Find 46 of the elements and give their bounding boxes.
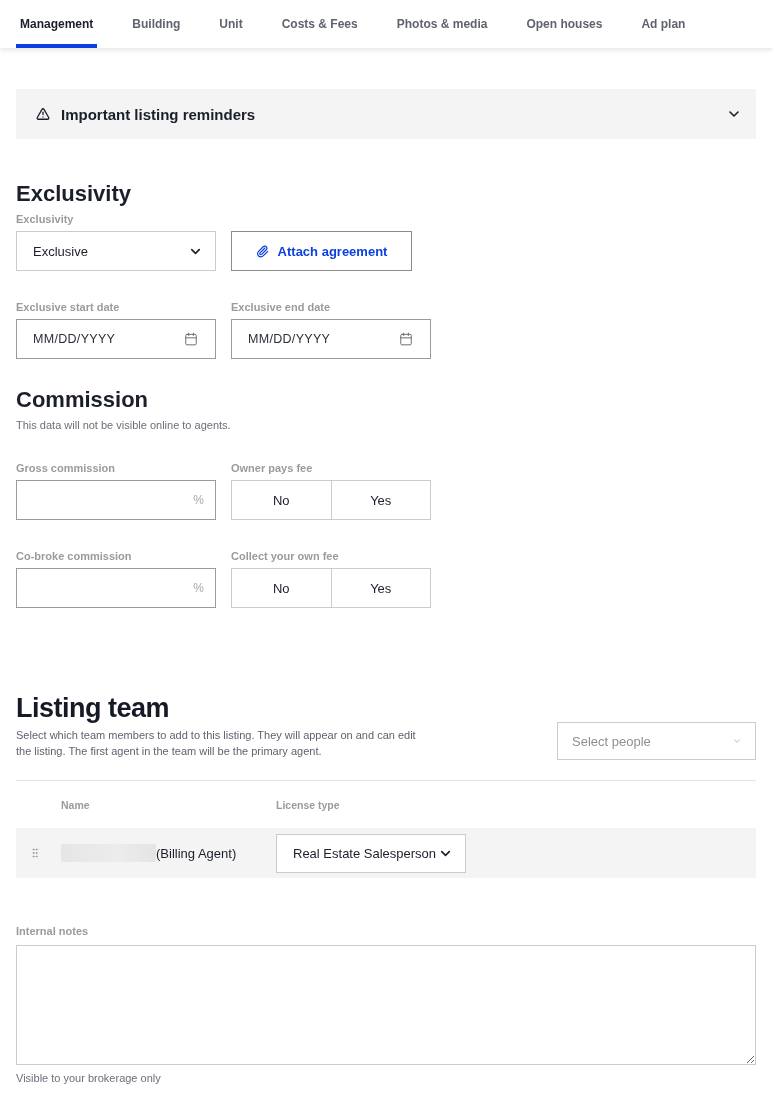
field-label: Exclusive start date xyxy=(16,300,121,314)
section-note: This data will not be visible online to agents. xyxy=(16,418,232,432)
people-select[interactable]: Select people xyxy=(557,722,756,760)
exclusivity-select[interactable]: Exclusive xyxy=(16,231,216,271)
warning-icon xyxy=(36,107,50,121)
percent-unit: % xyxy=(193,581,204,595)
section-heading: Exclusivity xyxy=(16,181,132,207)
field-label: Owner pays fee xyxy=(231,461,314,475)
toggle-option[interactable]: No xyxy=(231,480,332,520)
helper-text: Visible to your brokerage only xyxy=(16,1071,162,1085)
tab[interactable]: Management xyxy=(16,0,98,48)
tab[interactable]: Photos & media xyxy=(392,0,492,48)
tab[interactable]: Ad plan xyxy=(637,0,690,48)
field-label: Collect your own fee xyxy=(231,549,340,563)
reminders-bar[interactable]: Important listing reminders xyxy=(16,89,756,139)
toggle-option[interactable]: Yes xyxy=(330,568,431,608)
section-heading: Commission xyxy=(16,387,150,413)
reminders-title: Important listing reminders xyxy=(61,105,257,123)
date-input[interactable]: MM/DD/YYYY xyxy=(16,319,216,359)
field-label: Exclusivity xyxy=(16,212,75,226)
field-label: Exclusive end date xyxy=(231,300,332,314)
chevron-down-icon xyxy=(732,736,742,746)
percent-input[interactable] xyxy=(16,568,216,608)
tab[interactable]: Costs & Fees xyxy=(277,0,362,48)
license-type-select[interactable]: Real Estate Salesperson xyxy=(276,833,466,873)
field-label: Internal notes xyxy=(16,924,90,938)
percent-unit: % xyxy=(193,493,204,507)
percent-input[interactable] xyxy=(16,480,216,520)
tab[interactable]: Unit xyxy=(215,0,247,48)
section-description: Select which team members to add to this listing. They will appear on and can edit the listing. The first agent in the team will be the primary agent. xyxy=(16,728,417,759)
calendar-icon xyxy=(184,332,198,346)
paperclip-icon xyxy=(255,244,269,258)
calendar-icon xyxy=(399,332,413,346)
tab[interactable]: Open houses xyxy=(522,0,607,48)
column-header: License type xyxy=(276,798,341,811)
field-label: Co-broke commission xyxy=(16,549,133,563)
toggle-option[interactable]: Yes xyxy=(330,480,431,520)
member-role: (Billing Agent) xyxy=(156,845,237,861)
toggle-option[interactable]: No xyxy=(231,568,332,608)
attach-agreement-button[interactable]: Attach agreement xyxy=(231,231,412,271)
drag-handle-icon[interactable] xyxy=(29,847,41,859)
tab[interactable]: Building xyxy=(128,0,185,48)
field-label: Gross commission xyxy=(16,461,117,475)
column-header: Name xyxy=(61,798,91,811)
date-input[interactable]: MM/DD/YYYY xyxy=(231,319,431,359)
section-heading: Listing team xyxy=(16,692,171,724)
